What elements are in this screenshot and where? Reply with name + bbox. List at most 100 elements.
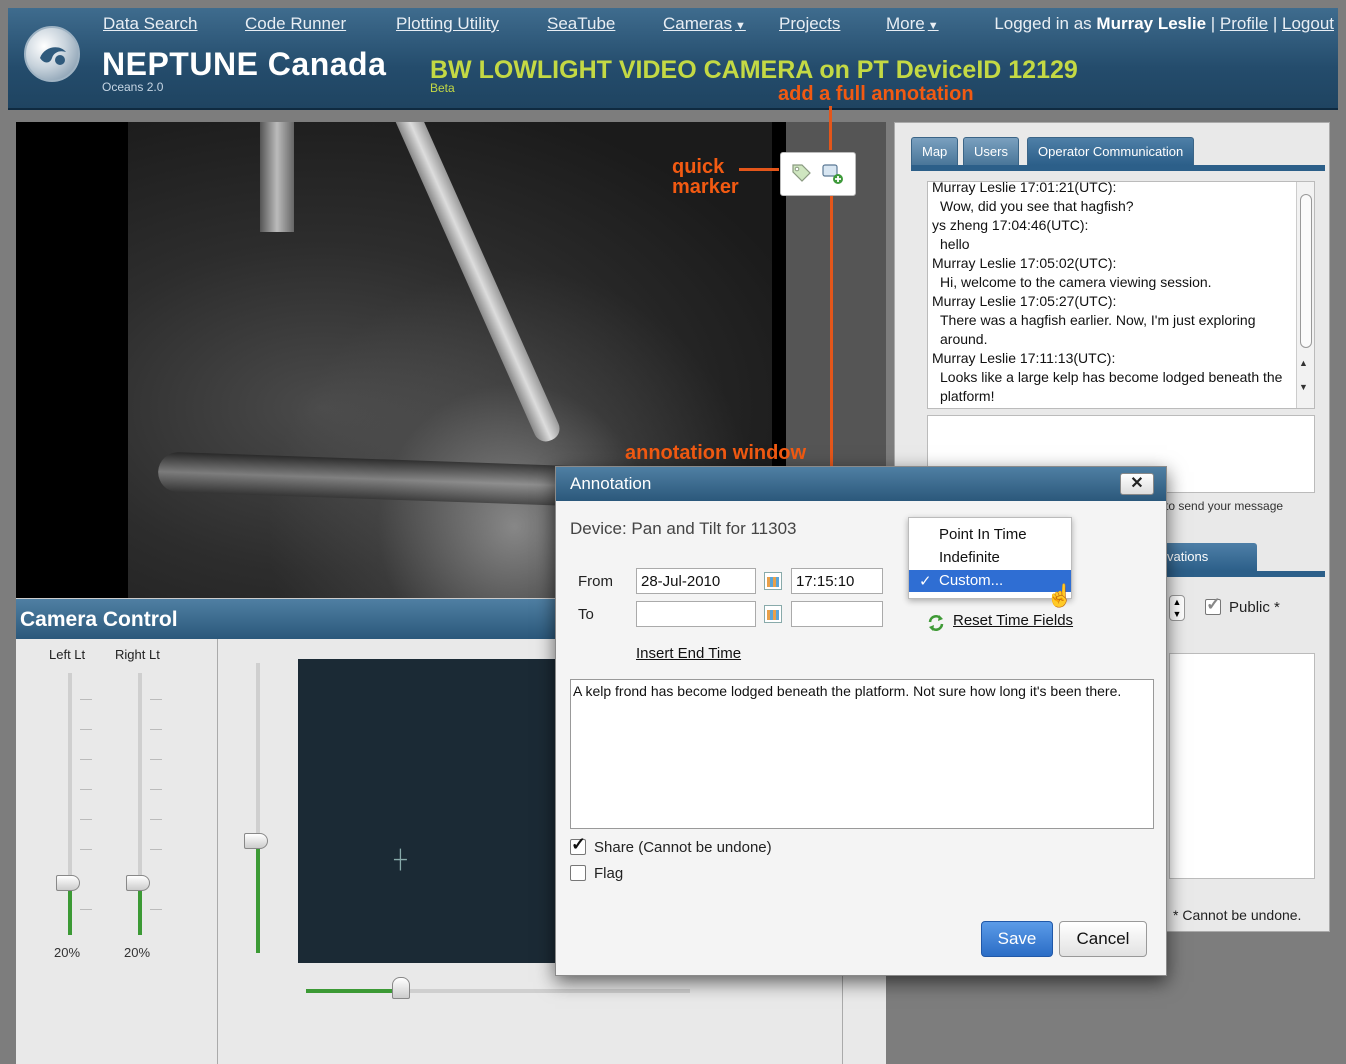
calendar-icon[interactable]: [764, 572, 782, 590]
logout-link[interactable]: Logout: [1282, 14, 1334, 33]
tick: [150, 819, 162, 820]
login-prefix: Logged in as: [994, 14, 1092, 33]
left-light-slider[interactable]: [68, 673, 72, 935]
chat-header: ys zheng 17:04:46(UTC):: [932, 217, 1089, 233]
nav-seatube[interactable]: SeaTube: [547, 14, 615, 34]
left-light-handle[interactable]: [56, 875, 80, 891]
tilt-slider[interactable]: [256, 663, 260, 953]
check-icon: ✓: [919, 573, 932, 590]
tab-operator-communication[interactable]: Operator Communication: [1027, 137, 1195, 165]
flag-checkbox[interactable]: Flag: [570, 865, 623, 882]
right-light-label: Right Lt: [115, 647, 160, 662]
tick: [150, 729, 162, 730]
scroll-down-icon[interactable]: ▼: [1299, 382, 1308, 392]
option-point-in-time[interactable]: Point In Time: [909, 524, 1071, 546]
share-label: Share (Cannot be undone): [594, 839, 772, 856]
option-custom-label: Custom...: [939, 572, 1004, 589]
hand-cursor-icon: ☝: [1046, 583, 1074, 608]
chat-text: Wow, did you see that hagfish?: [940, 198, 1134, 214]
cancel-button[interactable]: Cancel: [1059, 921, 1147, 957]
public-label: Public *: [1229, 599, 1280, 616]
app-header: NEPTUNE Canada Oceans 2.0 Data Search Co…: [8, 8, 1338, 110]
page-title: BW LOWLIGHT VIDEO CAMERA on PT DeviceID …: [430, 56, 1078, 84]
video-pole: [260, 122, 294, 232]
checkbox-icon: [570, 865, 586, 881]
to-time-input[interactable]: [791, 601, 883, 627]
close-button[interactable]: ✕: [1120, 473, 1154, 495]
login-status: Logged in as Murray Leslie | Profile | L…: [994, 14, 1334, 34]
chat-log[interactable]: Murray Leslie 17:01:21(UTC): Wow, did yo…: [927, 181, 1315, 409]
right-light-value: 20%: [124, 945, 151, 960]
refresh-icon: [928, 615, 944, 631]
tick: [80, 699, 92, 700]
pan-slider[interactable]: [306, 989, 690, 993]
annotation-comment-textarea[interactable]: A kelp frond has become lodged beneath t…: [570, 679, 1154, 829]
share-checkbox[interactable]: ✓ Share (Cannot be undone): [570, 834, 772, 856]
tick: [80, 759, 92, 760]
insert-end-time-link[interactable]: Insert End Time: [636, 645, 741, 662]
checkbox-icon: ✓: [570, 834, 586, 855]
chat-header: Murray Leslie 17:05:27(UTC):: [932, 293, 1117, 309]
callout-quick-marker-2: marker: [672, 176, 739, 198]
chat-scrollbar[interactable]: ▲ ▼: [1296, 182, 1314, 408]
nav-cameras[interactable]: Cameras ▼: [663, 14, 746, 34]
pan-handle[interactable]: [392, 977, 410, 999]
observation-textarea[interactable]: [1169, 653, 1315, 879]
dialog-titlebar: Annotation ✕: [556, 467, 1166, 501]
chat-text: Hi, welcome to the camera viewing sessio…: [940, 274, 1212, 290]
login-sep: |: [1210, 14, 1216, 33]
nav-code-runner[interactable]: Code Runner: [245, 14, 346, 34]
marker-toolbar: [780, 152, 856, 196]
right-light-slider[interactable]: [138, 673, 142, 935]
save-button[interactable]: Save: [981, 921, 1053, 957]
tab-users[interactable]: Users: [963, 137, 1019, 165]
video-kelp: [389, 122, 564, 446]
callout-quick-marker-1: quick: [672, 156, 725, 178]
to-label: To: [578, 606, 594, 623]
nav-projects[interactable]: Projects: [779, 14, 840, 34]
option-indefinite[interactable]: Indefinite: [909, 547, 1071, 569]
chat-messages: Murray Leslie 17:01:21(UTC): Wow, did yo…: [932, 181, 1296, 406]
quick-marker-icon[interactable]: [790, 162, 812, 184]
nav-data-search[interactable]: Data Search: [103, 14, 198, 34]
nav-more[interactable]: More ▼: [886, 14, 939, 34]
reset-time-fields-link[interactable]: Reset Time Fields: [953, 612, 1073, 629]
right-light-handle[interactable]: [126, 875, 150, 891]
nav-plotting-utility[interactable]: Plotting Utility: [396, 14, 499, 34]
callout-annotation-window: annotation window: [625, 442, 807, 464]
add-annotation-icon[interactable]: [821, 162, 845, 186]
tick: [80, 849, 92, 850]
tick: [150, 699, 162, 700]
callout-full-annotation: add a full annotation: [778, 83, 974, 105]
brand-name: NEPTUNE Canada: [102, 46, 387, 82]
from-date-input[interactable]: 28-Jul-2010: [636, 568, 756, 594]
tick: [150, 909, 162, 910]
public-checkbox[interactable]: ✓ Public *: [1205, 594, 1280, 616]
tab-observations[interactable]: vations: [1157, 543, 1257, 571]
tick: [150, 849, 162, 850]
to-date-input[interactable]: [636, 601, 756, 627]
profile-link[interactable]: Profile: [1220, 14, 1268, 33]
page-title-badge: Beta: [430, 81, 455, 95]
tick: [150, 759, 162, 760]
tab-strip: [911, 165, 1325, 171]
tab-map[interactable]: Map: [911, 137, 959, 165]
tilt-handle[interactable]: [244, 833, 268, 849]
nav-cameras-label: Cameras: [663, 14, 732, 33]
stepper-icon[interactable]: ▲ ▼: [1169, 595, 1185, 621]
check-icon: ✓: [1206, 594, 1222, 614]
annotation-dialog: Annotation ✕ Device: Pan and Tilt for 11…: [555, 466, 1167, 976]
tick: [80, 909, 92, 910]
chevron-down-icon: ▼: [734, 20, 746, 32]
chat-header: Murray Leslie 17:01:21(UTC):: [932, 181, 1117, 195]
calendar-icon[interactable]: [764, 605, 782, 623]
from-time-input[interactable]: 17:15:10: [791, 568, 883, 594]
login-sep: |: [1272, 14, 1278, 33]
from-label: From: [578, 573, 613, 590]
pan-fill: [306, 989, 398, 993]
chat-text: Looks like a large kelp has become lodge…: [940, 369, 1283, 404]
arrow-line: [829, 106, 832, 150]
crosshair-icon: ┼: [394, 849, 407, 869]
scroll-up-icon[interactable]: ▲: [1299, 358, 1308, 368]
scrollbar-thumb[interactable]: [1300, 194, 1312, 348]
